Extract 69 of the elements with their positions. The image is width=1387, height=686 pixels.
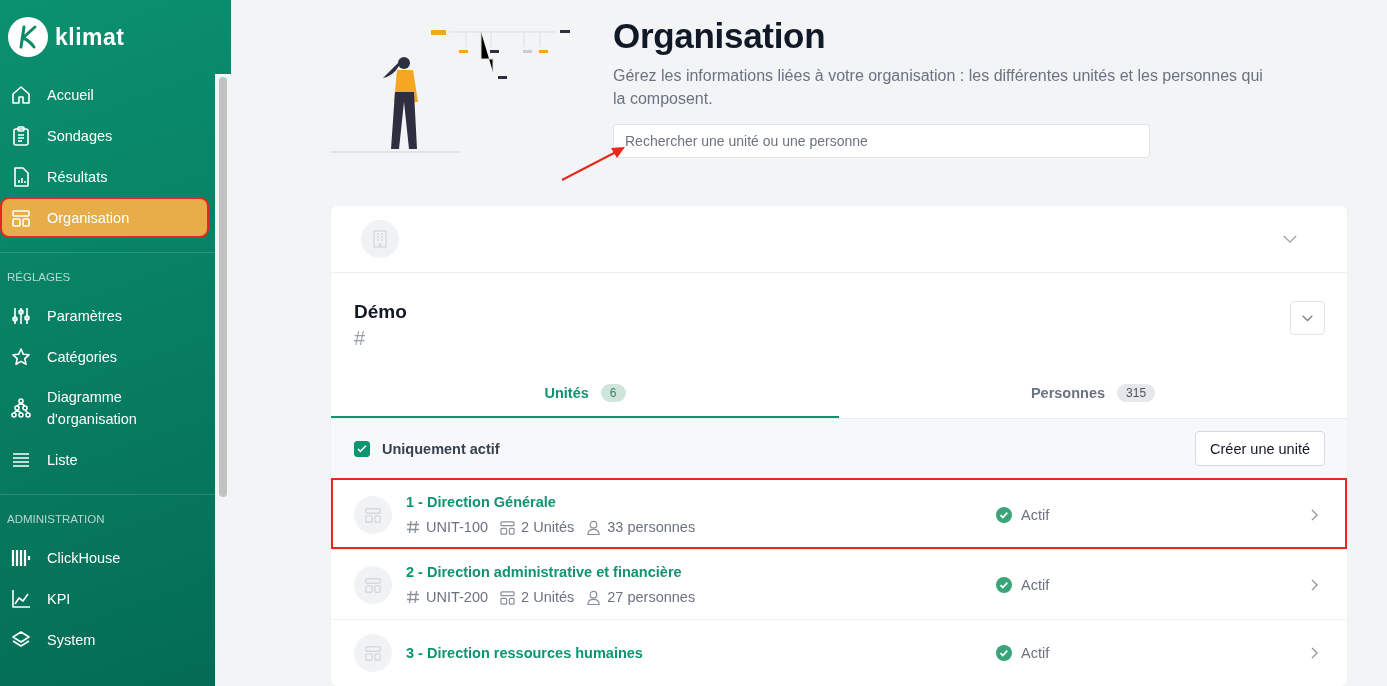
- page-description: Gérez les informations liées à votre organisation : les différentes unités et les personnes qui la composent.: [613, 66, 1264, 109]
- sidebar-item[interactable]: Accueil: [0, 74, 209, 115]
- layout-icon: [500, 519, 516, 535]
- sidebar-item[interactable]: Diagramme d'organisation: [0, 377, 209, 439]
- home-icon: [11, 84, 31, 105]
- bars-icon: [11, 547, 31, 568]
- person-icon: [586, 519, 602, 535]
- unit-title[interactable]: 1 - Direction Générale: [406, 494, 996, 510]
- chevron-right-icon: [1311, 578, 1318, 591]
- clipboard-icon: [11, 125, 31, 146]
- person-count: 27 personnes: [607, 589, 696, 605]
- unit-row[interactable]: 2 - Direction administrative et financière UNIT-200 2 Unités 27 personnes Actif: [331, 549, 1347, 619]
- section-heading: RÉGLAGES: [6, 271, 72, 285]
- sidebar-item[interactable]: Catégories: [0, 336, 209, 377]
- unit-code: UNIT-200: [426, 589, 489, 605]
- scrollbar[interactable]: [215, 74, 231, 686]
- sidebar-item[interactable]: KPI: [0, 578, 209, 619]
- layout-icon: [500, 589, 516, 605]
- brand-name: klimat: [55, 23, 125, 51]
- unit-title[interactable]: 2 - Direction administrative et financière: [406, 564, 996, 580]
- search-field[interactable]: Rechercher une unité ou une personne: [613, 124, 1150, 158]
- status-label: Actif: [1021, 645, 1050, 661]
- unit-title[interactable]: 3 - Direction ressources humaines: [406, 645, 996, 661]
- chart-icon: [11, 588, 31, 609]
- unit-count: 2 Unités: [521, 589, 575, 605]
- unit-count: 2 Unités: [521, 519, 575, 535]
- chevron-right-icon: [1311, 508, 1318, 521]
- person-icon: [586, 589, 602, 605]
- hash-icon: [406, 590, 420, 604]
- unit-row[interactable]: 1 - Direction Générale UNIT-100 2 Unités 33 personnes Actif: [331, 478, 1347, 549]
- create-unit-button[interactable]: Créer une unité: [1195, 431, 1325, 466]
- organisation-code: #: [354, 327, 367, 350]
- page-title: Organisation: [613, 16, 827, 56]
- unit-avatar-icon: [354, 565, 392, 604]
- report-icon: [11, 166, 31, 187]
- organisation-name: Démo: [354, 301, 407, 323]
- count-badge: 315: [1117, 384, 1156, 402]
- sidebar-item[interactable]: Sondages: [0, 115, 209, 156]
- count-badge: 6: [600, 384, 626, 402]
- chevron-down-icon: [1302, 314, 1313, 322]
- tab[interactable]: Personnes 315: [839, 372, 1347, 418]
- checkbox-label: Uniquement actif: [382, 440, 500, 457]
- person-count: 33 personnes: [607, 519, 696, 535]
- unit-avatar-icon: [354, 634, 392, 672]
- check-icon: [357, 444, 367, 453]
- hash-icon: [406, 520, 420, 534]
- logo-icon: [8, 17, 48, 57]
- unit-code: UNIT-100: [426, 519, 489, 535]
- layers-icon: [11, 629, 31, 650]
- checkbox[interactable]: [354, 440, 370, 457]
- section-heading: ADMINISTRATION: [6, 513, 106, 527]
- sidebar-item[interactable]: Liste: [0, 439, 209, 480]
- sidebar-item[interactable]: ClickHouse: [0, 537, 209, 578]
- dropdown-button[interactable]: [1290, 301, 1325, 335]
- annotation-arrow: [561, 146, 627, 182]
- sidebar-item[interactable]: Résultats: [0, 156, 209, 197]
- sidebar-item[interactable]: System: [0, 619, 209, 660]
- sidebar-item[interactable]: Paramètres: [0, 295, 209, 336]
- layout-icon: [11, 207, 31, 228]
- unit-row[interactable]: 3 - Direction ressources humaines Actif: [331, 619, 1347, 686]
- chevron-down-icon[interactable]: [1283, 234, 1297, 244]
- sliders-icon: [11, 305, 31, 326]
- unit-avatar-icon: [354, 495, 392, 534]
- chevron-right-icon: [1311, 647, 1318, 659]
- tree-icon: [11, 398, 31, 418]
- status-label: Actif: [1021, 576, 1050, 593]
- building-icon: [361, 220, 399, 258]
- status-label: Actif: [1021, 506, 1050, 523]
- star-icon: [11, 346, 31, 367]
